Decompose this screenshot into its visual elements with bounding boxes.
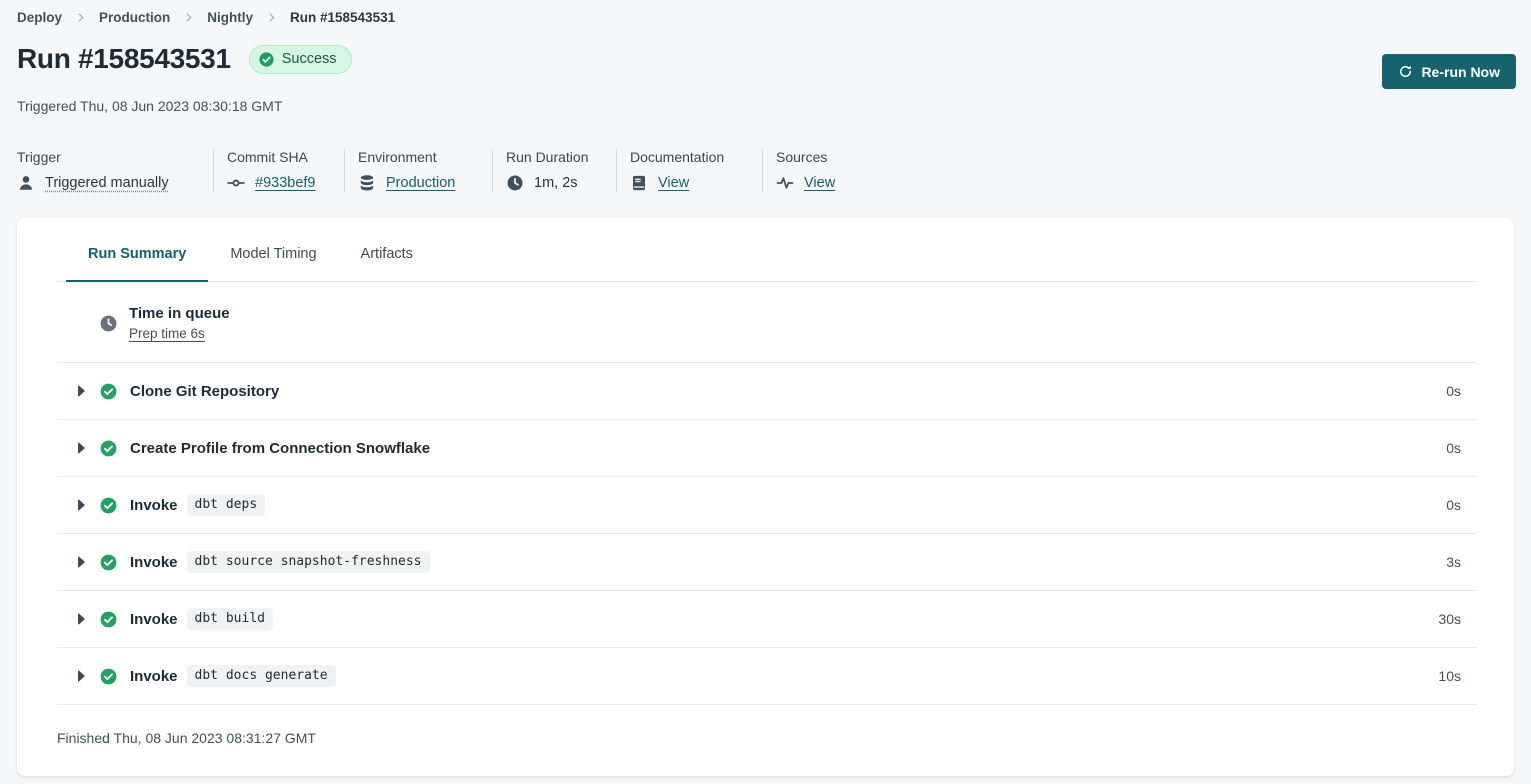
clock-icon	[506, 174, 524, 192]
meta-divider	[492, 149, 493, 192]
page-title: Run #158543531	[17, 43, 231, 75]
prep-time-link[interactable]: Prep time 6s	[129, 326, 205, 341]
step-row-clone-git[interactable]: Clone Git Repository 0s	[57, 363, 1477, 420]
status-badge: Success	[249, 45, 352, 74]
meta-environment: Environment Production	[358, 149, 479, 192]
documentation-view-link[interactable]: View	[658, 175, 689, 191]
rerun-now-button[interactable]: Re-run Now	[1382, 54, 1516, 89]
user-icon	[17, 174, 35, 192]
chevron-right-icon	[182, 11, 195, 24]
breadcrumb-nightly[interactable]: Nightly	[207, 10, 253, 25]
step-name: Invoke	[130, 611, 178, 628]
success-check-icon	[99, 439, 118, 458]
meta-label: Run Duration	[506, 149, 603, 165]
meta-label: Trigger	[17, 149, 200, 165]
run-detail-page: Deploy Production Nightly Run #158543531…	[0, 0, 1531, 784]
triggered-timestamp: Triggered Thu, 08 Jun 2023 08:30:18 GMT	[17, 98, 1531, 114]
step-duration: 0s	[1446, 440, 1461, 456]
breadcrumb: Deploy Production Nightly Run #158543531	[0, 0, 1531, 25]
pulse-icon	[776, 174, 794, 192]
expand-caret-icon[interactable]	[73, 383, 89, 399]
step-row-create-profile[interactable]: Create Profile from Connection Snowflake…	[57, 420, 1477, 477]
environment-link[interactable]: Production	[386, 175, 455, 191]
expand-caret-icon[interactable]	[73, 611, 89, 627]
time-in-queue-section: Time in queue Prep time 6s	[57, 282, 1477, 363]
run-meta-strip: Trigger Triggered manually Commit SHA #9…	[17, 149, 1531, 192]
step-duration: 0s	[1446, 497, 1461, 513]
success-check-icon	[99, 553, 118, 572]
step-duration: 30s	[1438, 611, 1461, 627]
step-duration: 10s	[1438, 668, 1461, 684]
chevron-right-icon	[265, 11, 278, 24]
step-name: Invoke	[130, 668, 178, 685]
tab-run-summary[interactable]: Run Summary	[66, 244, 208, 281]
sources-view-link[interactable]: View	[804, 175, 835, 191]
trigger-value[interactable]: Triggered manually	[45, 175, 169, 191]
meta-divider	[762, 149, 763, 192]
step-row-dbt-build[interactable]: Invoke dbt build 30s	[57, 591, 1477, 648]
breadcrumb-current-run: Run #158543531	[290, 10, 395, 25]
meta-commit-sha: Commit SHA #933bef9	[227, 149, 331, 192]
step-command: dbt deps	[187, 494, 266, 516]
step-duration: 0s	[1446, 383, 1461, 399]
step-command: dbt docs generate	[187, 665, 336, 687]
success-check-icon	[99, 382, 118, 401]
meta-sources: Sources View	[776, 149, 848, 192]
run-summary-card: Run Summary Model Timing Artifacts Time …	[17, 218, 1514, 776]
expand-caret-icon[interactable]	[73, 497, 89, 513]
step-command: dbt source snapshot-freshness	[187, 551, 430, 573]
meta-trigger: Trigger Triggered manually	[17, 149, 200, 192]
step-duration: 3s	[1446, 554, 1461, 570]
run-duration-value: 1m, 2s	[534, 175, 578, 191]
step-name: Clone Git Repository	[130, 383, 279, 400]
chevron-right-icon	[74, 11, 87, 24]
commit-sha-link[interactable]: #933bef9	[255, 175, 315, 191]
breadcrumb-deploy[interactable]: Deploy	[17, 10, 62, 25]
header: Run #158543531 Success Re-run Now	[17, 43, 1516, 89]
success-check-icon	[99, 496, 118, 515]
book-icon	[630, 174, 648, 192]
time-in-queue-title: Time in queue	[129, 303, 230, 324]
tab-bar: Run Summary Model Timing Artifacts	[57, 244, 1477, 282]
meta-run-duration: Run Duration 1m, 2s	[506, 149, 603, 192]
meta-divider	[344, 149, 345, 192]
step-row-dbt-docs-generate[interactable]: Invoke dbt docs generate 10s	[57, 648, 1477, 705]
step-row-dbt-source-freshness[interactable]: Invoke dbt source snapshot-freshness 3s	[57, 534, 1477, 591]
meta-divider	[213, 149, 214, 192]
step-command: dbt build	[187, 608, 273, 630]
success-check-icon	[99, 667, 118, 686]
step-name: Invoke	[130, 497, 178, 514]
check-circle-icon	[258, 51, 275, 68]
git-commit-icon	[227, 174, 245, 192]
meta-documentation: Documentation View	[630, 149, 749, 192]
status-badge-label: Success	[282, 51, 337, 67]
clock-icon	[99, 314, 118, 333]
meta-label: Sources	[776, 149, 848, 165]
expand-caret-icon[interactable]	[73, 554, 89, 570]
rerun-now-label: Re-run Now	[1421, 64, 1500, 80]
database-icon	[358, 174, 376, 192]
expand-caret-icon[interactable]	[73, 440, 89, 456]
meta-label: Environment	[358, 149, 479, 165]
breadcrumb-production[interactable]: Production	[99, 10, 170, 25]
tab-model-timing[interactable]: Model Timing	[208, 244, 338, 281]
refresh-icon	[1398, 64, 1413, 79]
step-name: Create Profile from Connection Snowflake	[130, 440, 430, 457]
step-name: Invoke	[130, 554, 178, 571]
meta-label: Commit SHA	[227, 149, 331, 165]
meta-divider	[616, 149, 617, 192]
success-check-icon	[99, 610, 118, 629]
meta-label: Documentation	[630, 149, 749, 165]
expand-caret-icon[interactable]	[73, 668, 89, 684]
finished-timestamp: Finished Thu, 08 Jun 2023 08:31:27 GMT	[57, 705, 1477, 746]
step-row-dbt-deps[interactable]: Invoke dbt deps 0s	[57, 477, 1477, 534]
tab-artifacts[interactable]: Artifacts	[339, 244, 435, 281]
